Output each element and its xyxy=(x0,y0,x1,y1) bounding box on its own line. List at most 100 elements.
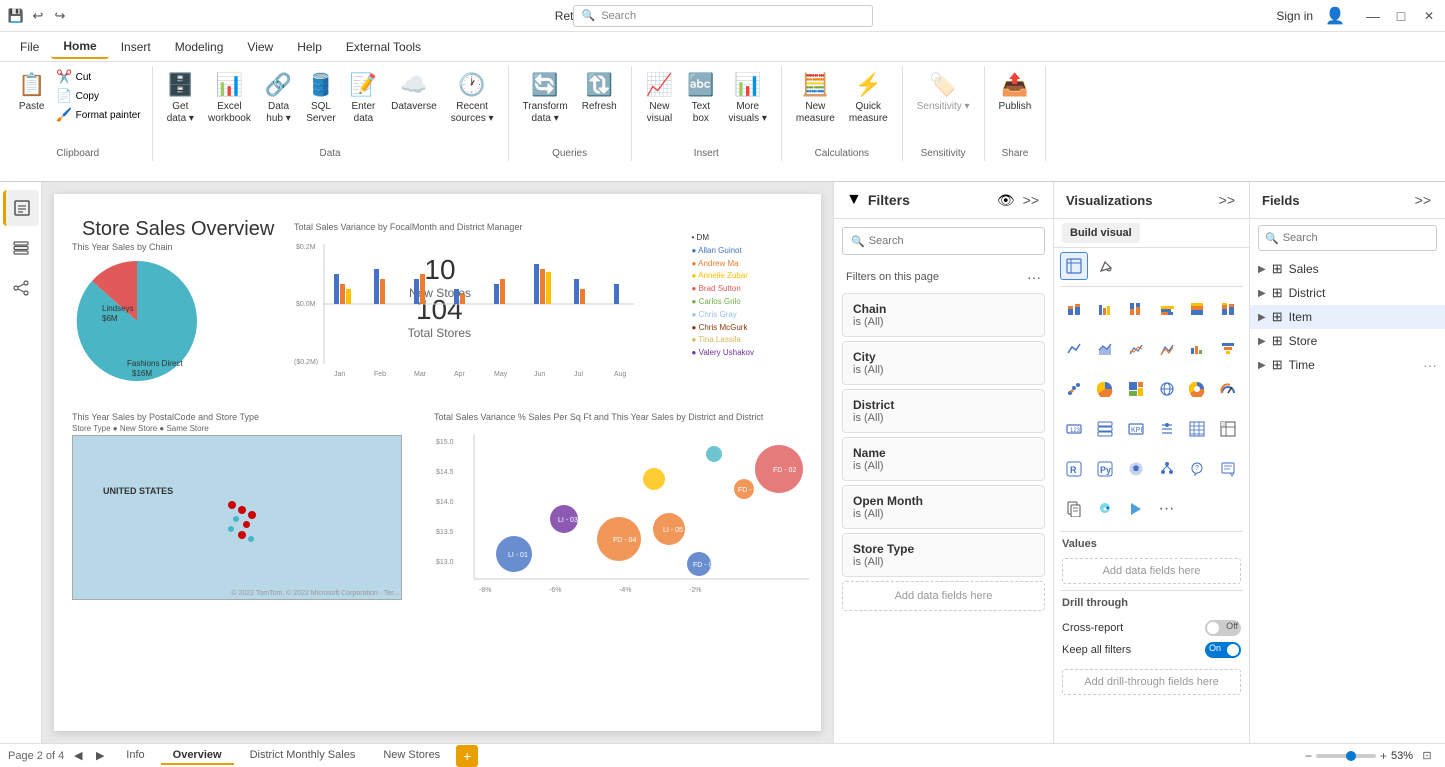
keep-filters-toggle[interactable]: On xyxy=(1205,642,1241,658)
nav-next-btn[interactable]: ▶ xyxy=(90,746,110,766)
ribbon-btn-refresh[interactable]: 🔃 Refresh xyxy=(576,68,623,117)
viz-btn-table[interactable] xyxy=(1060,252,1088,280)
ribbon-btn-copy[interactable]: 📄 Copy xyxy=(53,87,143,105)
filter-card-name[interactable]: Name is (All) xyxy=(842,437,1045,481)
viz-icon-slicer[interactable] xyxy=(1153,415,1181,443)
sidebar-btn-model[interactable] xyxy=(3,270,39,306)
ribbon-btn-format-painter[interactable]: 🖌️ Format painter xyxy=(53,106,143,124)
viz-icon-ribbon[interactable] xyxy=(1153,335,1181,363)
viz-icon-clustered-bar[interactable] xyxy=(1091,295,1119,323)
filter-card-store-type[interactable]: Store Type is (All) xyxy=(842,533,1045,577)
viz-icon-qa[interactable]: ? xyxy=(1183,455,1211,483)
viz-add-drill-field[interactable]: Add drill-through fields here xyxy=(1062,669,1241,695)
ribbon-btn-cut[interactable]: ✂️ Cut xyxy=(53,68,143,86)
page-tab-overview[interactable]: Overview xyxy=(161,747,234,765)
ribbon-btn-sensitivity[interactable]: 🏷️ Sensitivity ▾ xyxy=(911,68,976,117)
filters-search-input[interactable] xyxy=(869,235,1036,247)
add-page-btn[interactable]: + xyxy=(456,745,478,767)
zoom-out-btn[interactable]: − xyxy=(1305,749,1312,763)
zoom-slider[interactable] xyxy=(1316,754,1376,758)
filters-add-field[interactable]: Add data fields here xyxy=(842,581,1045,611)
ribbon-btn-dataverse[interactable]: ☁️ Dataverse xyxy=(385,68,443,117)
fit-page-btn[interactable]: ⊡ xyxy=(1417,746,1437,766)
ribbon-btn-new-measure[interactable]: 🧮 Newmeasure xyxy=(790,68,841,129)
viz-icon-donut[interactable] xyxy=(1183,375,1211,403)
field-item-district[interactable]: ▶ ⊞ District xyxy=(1250,281,1445,305)
ribbon-btn-new-visual[interactable]: 📈 Newvisual xyxy=(640,68,679,129)
zoom-thumb[interactable] xyxy=(1346,751,1356,761)
redo-icon[interactable]: ↪ xyxy=(52,8,68,24)
menu-home[interactable]: Home xyxy=(51,35,108,59)
viz-add-values-field[interactable]: Add data fields here xyxy=(1062,558,1241,584)
viz-icon-smart-narr[interactable] xyxy=(1214,455,1242,483)
viz-icon-r-visual[interactable]: R xyxy=(1060,455,1088,483)
ribbon-btn-data-hub[interactable]: 🔗 Datahub ▾ xyxy=(259,68,298,129)
field-item-item[interactable]: ▶ ⊞ Item xyxy=(1250,305,1445,329)
sidebar-btn-report[interactable] xyxy=(3,190,39,226)
fields-search-input[interactable] xyxy=(1283,232,1430,244)
page-tab-info[interactable]: Info xyxy=(114,747,156,765)
viz-expand-btn[interactable]: >> xyxy=(1217,190,1237,210)
menu-help[interactable]: Help xyxy=(285,36,334,58)
viz-icon-azure-map[interactable] xyxy=(1091,495,1119,523)
viz-icon-gauge[interactable] xyxy=(1214,375,1242,403)
viz-icon-100-col[interactable] xyxy=(1214,295,1242,323)
viz-icon-clustered-col[interactable] xyxy=(1153,295,1181,323)
field-item-time[interactable]: ▶ ⊞ Time ··· xyxy=(1250,353,1445,377)
page-tab-new-stores[interactable]: New Stores xyxy=(371,747,452,765)
viz-icon-line[interactable] xyxy=(1060,335,1088,363)
fields-expand-btn[interactable]: >> xyxy=(1413,190,1433,210)
viz-icon-stacked-col[interactable] xyxy=(1183,295,1211,323)
zoom-in-btn[interactable]: + xyxy=(1380,749,1387,763)
ribbon-btn-get-data[interactable]: 🗄️ Getdata ▾ xyxy=(161,68,200,129)
viz-icon-stacked-bar-100[interactable] xyxy=(1122,295,1150,323)
sidebar-btn-data[interactable] xyxy=(3,230,39,266)
viz-icon-matrix[interactable] xyxy=(1214,415,1242,443)
page-tab-district[interactable]: District Monthly Sales xyxy=(238,747,368,765)
viz-icon-decomp-tree[interactable] xyxy=(1153,455,1181,483)
fields-search-box[interactable]: 🔍 xyxy=(1258,225,1437,251)
save-icon[interactable]: 💾 xyxy=(8,8,24,24)
viz-icon-card[interactable]: 123 xyxy=(1060,415,1088,443)
viz-tab-build[interactable]: Build visual xyxy=(1062,223,1140,243)
global-search-bar[interactable]: 🔍 Search xyxy=(573,5,873,27)
viz-icon-treemap[interactable] xyxy=(1122,375,1150,403)
maximize-button[interactable]: □ xyxy=(1393,8,1409,24)
viz-icon-kpi[interactable]: KPI xyxy=(1122,415,1150,443)
filter-card-city[interactable]: City is (All) xyxy=(842,341,1045,385)
viz-icon-power-automate[interactable] xyxy=(1122,495,1150,523)
close-button[interactable]: ✕ xyxy=(1421,8,1437,24)
ribbon-btn-text-box[interactable]: 🔤 Textbox xyxy=(681,68,720,129)
filter-card-chain[interactable]: Chain is (All) xyxy=(842,293,1045,337)
canvas-area[interactable]: Store Sales Overview 10 New Stores 104 T… xyxy=(42,182,833,743)
ribbon-btn-excel[interactable]: 📊 Excelworkbook xyxy=(202,68,257,129)
viz-icon-waterfall[interactable] xyxy=(1183,335,1211,363)
viz-icon-funnel[interactable] xyxy=(1214,335,1242,363)
filters-expand-btn[interactable]: >> xyxy=(1021,190,1041,210)
viz-icon-table[interactable] xyxy=(1183,415,1211,443)
viz-icon-area[interactable] xyxy=(1091,335,1119,363)
viz-icon-multirow-card[interactable] xyxy=(1091,415,1119,443)
cross-report-toggle[interactable]: Off xyxy=(1205,620,1241,636)
filters-eye-icon[interactable]: 👁 xyxy=(997,192,1015,209)
filter-card-open-month[interactable]: Open Month is (All) xyxy=(842,485,1045,529)
minimize-button[interactable]: — xyxy=(1365,8,1381,24)
viz-btn-paint[interactable] xyxy=(1092,252,1120,280)
ribbon-btn-transform[interactable]: 🔄 Transformdata ▾ xyxy=(517,68,574,129)
viz-icon-filled-map[interactable] xyxy=(1122,455,1150,483)
ribbon-btn-paste[interactable]: 📋 Paste xyxy=(12,68,51,117)
viz-icon-stacked-bar[interactable] xyxy=(1060,295,1088,323)
ribbon-btn-sql[interactable]: 🛢️ SQLServer xyxy=(300,68,341,129)
viz-icon-map[interactable] xyxy=(1153,375,1181,403)
ribbon-btn-publish[interactable]: 📤 Publish xyxy=(993,68,1038,117)
ribbon-btn-recent-sources[interactable]: 🕐 Recentsources ▾ xyxy=(445,68,500,129)
field-time-more[interactable]: ··· xyxy=(1423,357,1437,373)
ribbon-btn-quick-measure[interactable]: ⚡ Quickmeasure xyxy=(843,68,894,129)
undo-icon[interactable]: ↩ xyxy=(30,8,46,24)
viz-icon-pie[interactable] xyxy=(1091,375,1119,403)
menu-file[interactable]: File xyxy=(8,36,51,58)
signin-button[interactable]: Sign in xyxy=(1276,9,1313,23)
field-item-store[interactable]: ▶ ⊞ Store xyxy=(1250,329,1445,353)
ribbon-btn-enter-data[interactable]: 📝 Enterdata xyxy=(344,68,383,129)
menu-insert[interactable]: Insert xyxy=(109,36,163,58)
